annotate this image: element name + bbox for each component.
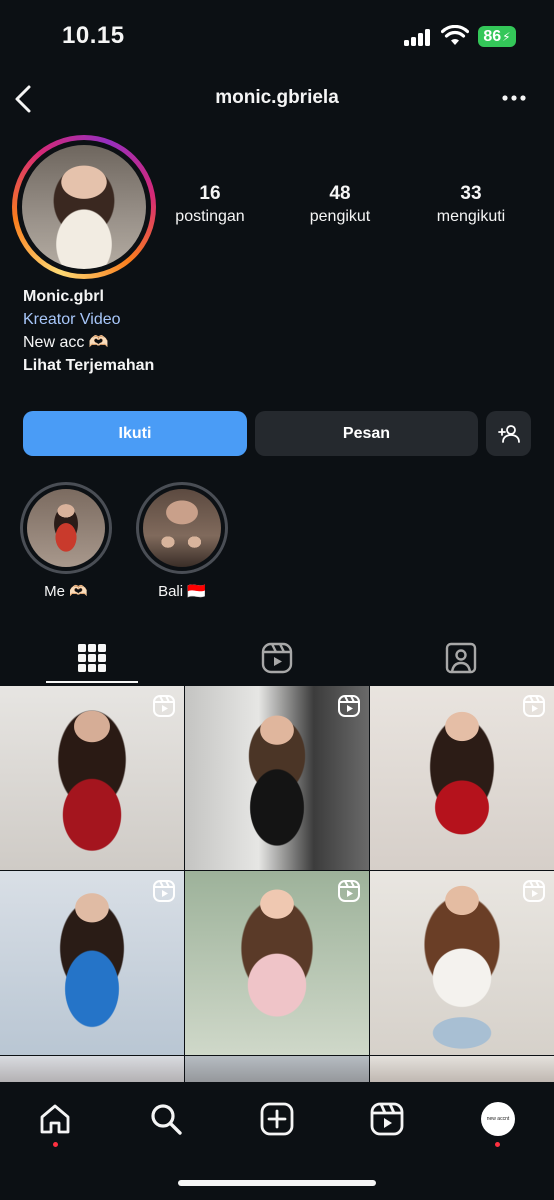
top-nav: monic.gbriela bbox=[0, 74, 554, 126]
tab-reels[interactable] bbox=[232, 632, 322, 684]
profile-stats: 16 postingan 48 pengikut 33 mengikuti bbox=[160, 183, 554, 233]
reel-badge-icon bbox=[523, 880, 545, 902]
post-thumbnail[interactable] bbox=[370, 871, 554, 1055]
search-icon bbox=[151, 1104, 182, 1135]
reels-icon bbox=[261, 642, 293, 674]
add-user-icon bbox=[497, 424, 520, 443]
tagged-icon bbox=[445, 642, 477, 674]
highlight-label: Me 🫶🏻 bbox=[44, 583, 88, 600]
profile-avatar-small: new accnt bbox=[481, 1102, 515, 1136]
profile-avatar bbox=[22, 145, 146, 269]
active-tab-indicator bbox=[46, 681, 138, 683]
create-icon bbox=[260, 1102, 294, 1136]
tab-tagged[interactable] bbox=[416, 632, 506, 684]
home-icon bbox=[40, 1104, 70, 1134]
post-thumbnail[interactable] bbox=[185, 1056, 369, 1082]
stat-following[interactable]: 33 mengikuti bbox=[411, 183, 531, 226]
nav-reels[interactable] bbox=[366, 1098, 408, 1140]
home-indicator bbox=[178, 1180, 376, 1186]
status-time: 10.15 bbox=[62, 22, 125, 49]
post-thumbnail[interactable] bbox=[185, 686, 369, 870]
profile-content-tabs bbox=[0, 632, 554, 684]
story-highlight[interactable]: Me 🫶🏻 bbox=[20, 482, 112, 600]
signal-icon bbox=[404, 28, 434, 46]
more-icon[interactable] bbox=[499, 86, 529, 110]
stat-posts[interactable]: 16 postingan bbox=[150, 183, 270, 226]
profile-username-title: monic.gbriela bbox=[215, 87, 339, 108]
post-thumbnail[interactable] bbox=[0, 1056, 184, 1082]
post-thumbnail[interactable] bbox=[370, 686, 554, 870]
profile-bio: Monic.gbrl Kreator Video New acc 🫶🏻 Liha… bbox=[23, 285, 523, 377]
reel-badge-icon bbox=[523, 695, 545, 717]
post-thumbnail[interactable] bbox=[0, 871, 184, 1055]
story-highlight[interactable]: Bali 🇮🇩 bbox=[136, 482, 228, 600]
battery-icon: 86 ⚡ bbox=[478, 26, 516, 47]
reels-icon bbox=[370, 1102, 404, 1136]
suggested-users-button[interactable] bbox=[486, 411, 531, 456]
stat-posts-count: 16 bbox=[199, 183, 221, 204]
follow-button[interactable]: Ikuti bbox=[23, 411, 247, 456]
profile-notification-dot bbox=[495, 1142, 500, 1147]
post-thumbnail[interactable] bbox=[185, 871, 369, 1055]
highlight-label: Bali 🇮🇩 bbox=[158, 583, 206, 600]
stat-followers[interactable]: 48 pengikut bbox=[280, 183, 400, 226]
message-button[interactable]: Pesan bbox=[255, 411, 478, 456]
battery-level: 86 bbox=[483, 27, 502, 45]
reel-badge-icon bbox=[153, 695, 175, 717]
grid-icon bbox=[78, 644, 106, 672]
home-notification-dot bbox=[53, 1142, 58, 1147]
stat-posts-label: postingan bbox=[175, 208, 245, 225]
highlight-cover bbox=[143, 489, 221, 567]
nav-create[interactable] bbox=[256, 1098, 298, 1140]
wifi-icon bbox=[441, 25, 469, 45]
reel-badge-icon bbox=[153, 880, 175, 902]
see-translation-link[interactable]: Lihat Terjemahan bbox=[23, 354, 523, 377]
profile-bio-text: New acc 🫶🏻 bbox=[23, 334, 109, 351]
nav-home[interactable] bbox=[34, 1098, 76, 1140]
stat-followers-label: pengikut bbox=[309, 208, 371, 225]
nav-search[interactable] bbox=[145, 1098, 187, 1140]
nav-profile[interactable]: new accnt bbox=[477, 1098, 519, 1140]
stat-following-count: 33 bbox=[460, 183, 482, 204]
post-thumbnail[interactable] bbox=[370, 1056, 554, 1082]
stat-followers-count: 48 bbox=[329, 183, 351, 204]
highlight-cover bbox=[27, 489, 105, 567]
profile-display-name: Monic.gbrl bbox=[23, 288, 104, 305]
reel-badge-icon bbox=[338, 880, 360, 902]
profile-avatar-story-ring[interactable] bbox=[12, 135, 156, 279]
status-bar: 10.15 86 ⚡ bbox=[0, 0, 554, 74]
profile-category: Kreator Video bbox=[23, 311, 121, 328]
posts-grid bbox=[0, 686, 554, 1082]
stat-following-label: mengikuti bbox=[436, 208, 506, 225]
post-thumbnail[interactable] bbox=[0, 686, 184, 870]
reel-badge-icon bbox=[338, 695, 360, 717]
tab-posts[interactable] bbox=[47, 632, 137, 684]
